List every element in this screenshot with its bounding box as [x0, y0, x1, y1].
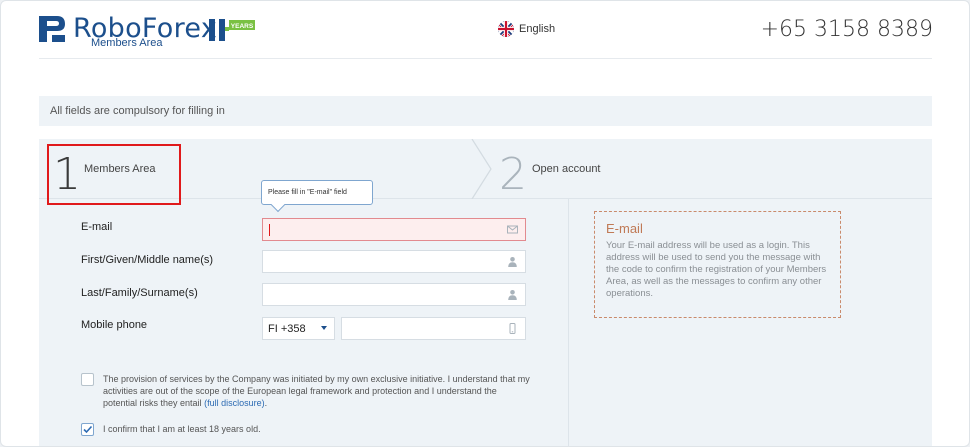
last-name-input[interactable]	[262, 283, 526, 306]
age-confirmation-checkbox[interactable]	[81, 423, 94, 436]
checkmark-icon	[83, 425, 93, 434]
registration-steps: 1 Members Area 2 Open account	[39, 139, 932, 205]
brand-subtitle: Members Area	[91, 37, 163, 49]
mobile-phone-input[interactable]	[341, 317, 526, 340]
country-code-select[interactable]: FI +358	[262, 317, 335, 340]
disclosure-period: .	[264, 398, 268, 408]
text-cursor	[269, 224, 270, 236]
user-icon	[508, 290, 517, 300]
robo-forex-logo[interactable]: RoboForex Members Area YEARS	[39, 13, 269, 49]
header-divider	[39, 58, 932, 59]
country-code-value: FI +358	[268, 323, 306, 335]
full-disclosure-link[interactable]: (full disclosure)	[204, 398, 265, 408]
step-1-label: Members Area	[84, 163, 156, 175]
mobile-phone-label: Mobile phone	[81, 319, 148, 331]
step-1-number: 1	[53, 149, 81, 200]
chevron-down-icon	[321, 326, 327, 330]
envelope-icon	[507, 225, 518, 234]
years-badge-text: YEARS	[231, 23, 254, 30]
age-confirmation-row: I confirm that I am at least 18 years ol…	[81, 423, 531, 437]
email-input[interactable]	[262, 218, 526, 241]
form-fields-column: Please fill in "E-mail" field E-mail Fir…	[39, 180, 569, 446]
info-text: Your E-mail address will be used as a lo…	[606, 240, 827, 299]
step-chevron-divider	[471, 139, 492, 199]
email-info-box: E-mail Your E-mail address will be used …	[594, 211, 841, 318]
registration-page: RoboForex Members Area YEARS English +65…	[0, 0, 970, 447]
support-phone-number: +65 3158 8389	[760, 17, 933, 42]
last-name-label: Last/Family/Surname(s)	[81, 287, 198, 299]
header: RoboForex Members Area YEARS English +65…	[1, 1, 969, 59]
registration-form-panel: 1 Members Area 2 Open account Please fil…	[39, 139, 932, 446]
first-name-label: First/Given/Middle name(s)	[81, 254, 214, 266]
disclosure-consent-checkbox[interactable]	[81, 373, 94, 386]
step-2-number: 2	[499, 149, 527, 200]
disclosure-text: The provision of services by the Company…	[103, 374, 530, 408]
eleven-years-badge-icon: YEARS	[209, 19, 255, 41]
user-icon	[508, 257, 517, 267]
info-title: E-mail	[606, 221, 643, 236]
disclosure-consent-text: The provision of services by the Company…	[103, 373, 531, 409]
age-confirmation-text: I confirm that I am at least 18 years ol…	[103, 424, 261, 434]
compulsory-fields-notice: All fields are compulsory for filling in	[39, 96, 932, 126]
email-error-tooltip: Please fill in "E-mail" field	[261, 180, 373, 205]
uk-flag-icon	[498, 21, 514, 37]
robo-forex-logo-icon	[39, 16, 65, 42]
language-label: English	[519, 23, 556, 35]
disclosure-consent-row: The provision of services by the Company…	[81, 373, 531, 413]
mobile-phone-icon	[509, 323, 516, 334]
first-name-input[interactable]	[262, 250, 526, 273]
email-label: E-mail	[81, 221, 113, 233]
language-selector[interactable]: English	[498, 21, 555, 37]
step-2-label: Open account	[532, 163, 601, 175]
